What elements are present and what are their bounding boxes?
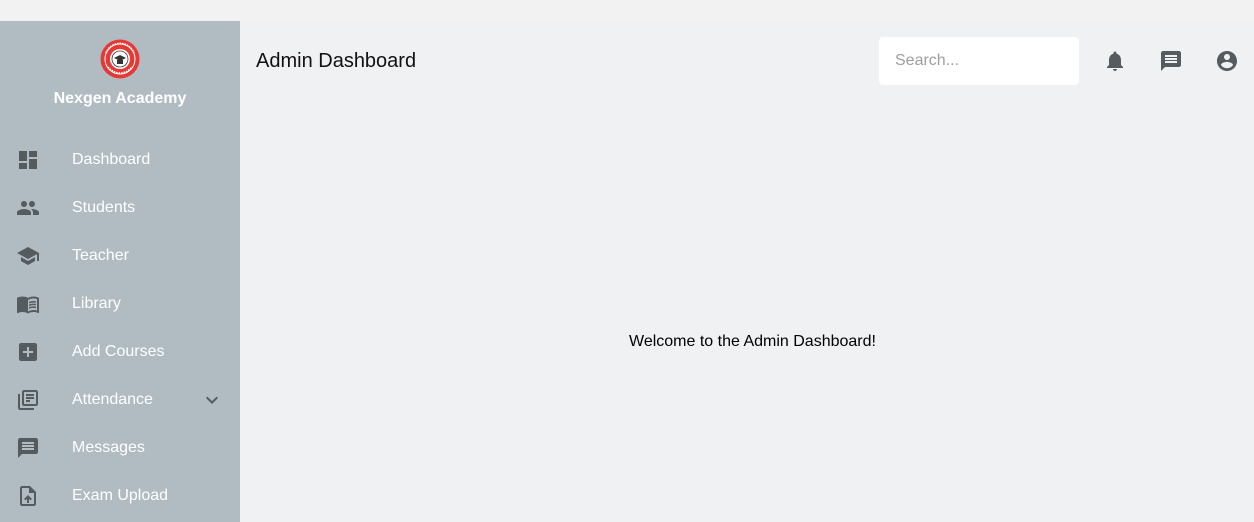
- main-content: Admin Dashboard Welcome to the Admin Das…: [240, 21, 1254, 522]
- upload-file-icon: [16, 484, 40, 508]
- dashboard-icon: [16, 148, 40, 172]
- academy-seal-logo: [100, 39, 140, 79]
- sidebar-item-teacher[interactable]: Teacher: [0, 232, 240, 280]
- chat-icon[interactable]: [1159, 49, 1183, 73]
- account-circle-icon[interactable]: [1215, 49, 1239, 73]
- sidebar-item-students[interactable]: Students: [0, 184, 240, 232]
- book-icon: [16, 292, 40, 316]
- brand-name: Nexgen Academy: [53, 90, 187, 107]
- sidebar-item-messages[interactable]: Messages: [0, 424, 240, 472]
- app-window: Nexgen Academy Dashboard Students Teache…: [0, 21, 1254, 522]
- add-box-icon: [16, 340, 40, 364]
- sidebar-item-label: Messages: [72, 439, 145, 456]
- sidebar-item-attendance[interactable]: Attendance: [0, 376, 240, 424]
- sidebar-item-dashboard[interactable]: Dashboard: [0, 136, 240, 184]
- welcome-message: Welcome to the Admin Dashboard!: [629, 333, 876, 350]
- message-icon: [16, 436, 40, 460]
- sidebar-item-label: Teacher: [72, 247, 129, 264]
- sidebar-item-label: Exam Upload: [72, 487, 169, 504]
- school-icon: [16, 244, 40, 268]
- sidebar-item-label: Attendance: [72, 391, 153, 408]
- chevron-down-icon[interactable]: [200, 388, 224, 412]
- page-title: Admin Dashboard: [256, 50, 417, 72]
- library-books-icon: [16, 388, 40, 412]
- sidebar-item-label: Add Courses: [72, 343, 165, 360]
- people-icon: [16, 196, 40, 220]
- sidebar: Nexgen Academy Dashboard Students Teache…: [0, 21, 240, 522]
- sidebar-item-label: Dashboard: [72, 151, 151, 168]
- bell-icon[interactable]: [1103, 49, 1127, 73]
- search-input[interactable]: [879, 37, 1079, 85]
- sidebar-item-add-courses[interactable]: Add Courses: [0, 328, 240, 376]
- sidebar-item-exam-upload[interactable]: Exam Upload: [0, 472, 240, 520]
- sidebar-item-library[interactable]: Library: [0, 280, 240, 328]
- brand-header: Nexgen Academy: [0, 21, 240, 121]
- sidebar-item-label: Students: [72, 199, 136, 216]
- sidebar-item-label: Library: [72, 295, 121, 312]
